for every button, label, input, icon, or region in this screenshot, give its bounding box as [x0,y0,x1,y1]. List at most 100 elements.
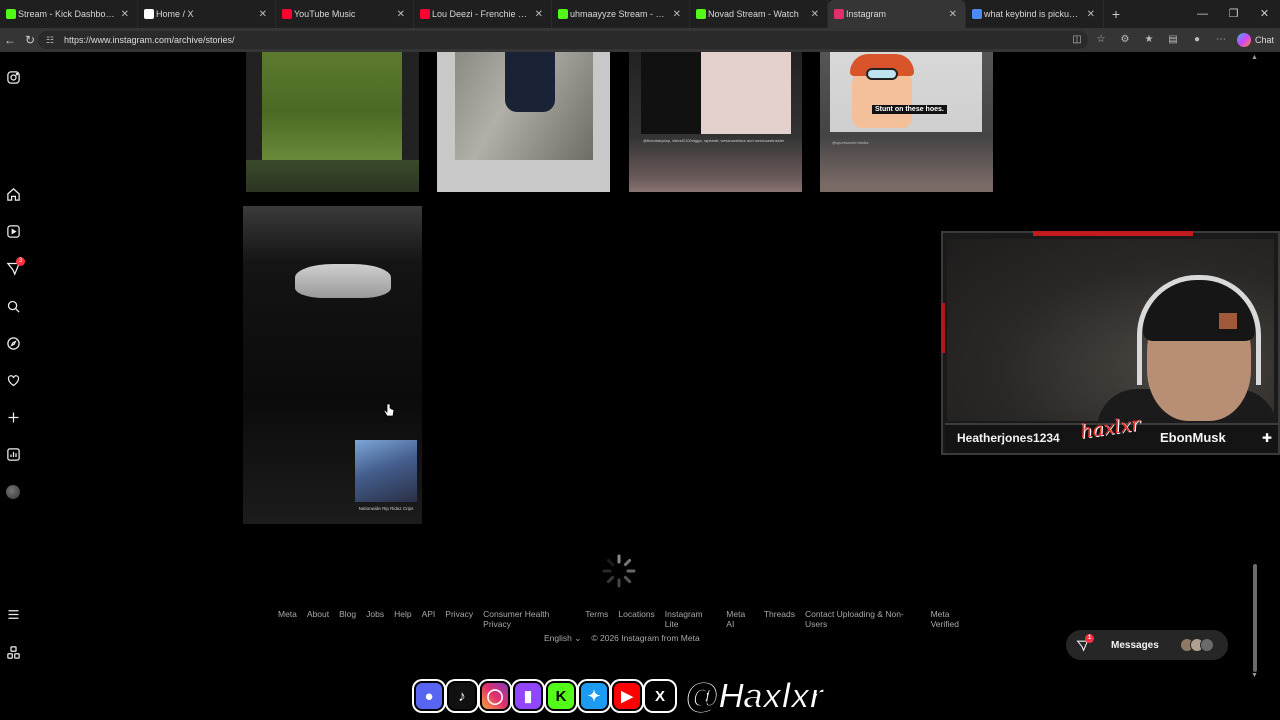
search-icon[interactable] [4,297,22,315]
copilot-chat-button[interactable]: Chat [1236,32,1274,48]
frame-accent [941,303,945,353]
instagram-logo-icon[interactable] [4,68,22,86]
favorites-icon[interactable]: ★ [1140,32,1158,48]
instagram-icon: ◯ [480,681,510,711]
close-tab-icon[interactable]: ✕ [535,9,543,20]
tab-favicon-icon [6,9,16,19]
footer-link[interactable]: API [422,609,436,629]
browser-tab[interactable]: Lou Deezi - Frenchie (Officia ✕ [414,0,552,28]
language-select[interactable]: English ⌄ [544,633,581,644]
story-thumbnail [295,264,391,298]
close-tab-icon[interactable]: ✕ [811,9,819,20]
tab-title: uhmaayyze Stream - Watch [570,9,667,19]
browser-toolbar: ← ↻ ☷ https://www.instagram.com/archive/… [0,28,1280,52]
split-screen-icon[interactable]: ◫ [1068,32,1086,48]
footer-link[interactable]: Instagram Lite [665,609,716,629]
new-tab-button[interactable]: + [1104,6,1128,22]
story-figure [505,52,555,112]
story-tile[interactable]: Nationwide Rip Ridaz Crips [243,206,422,524]
footer-link[interactable]: Terms [585,609,608,629]
messages-badge: 1 [1085,634,1094,643]
browser-tab[interactable]: Novad Stream - Watch ✕ [690,0,828,28]
more-options-icon[interactable]: ⋯ [1212,32,1230,48]
scroll-down-icon[interactable]: ▼ [1251,672,1258,679]
footer-links: Meta About Blog Jobs Help API Privacy Consumer … [278,609,978,629]
copilot-icon [1236,33,1251,47]
story-thumbnail [455,52,593,160]
discord-icon: ● [414,681,444,711]
browser-tab[interactable]: Stream - Kick Dashboard ✕ [0,0,138,28]
story-tile[interactable] [246,52,419,192]
story-tile[interactable]: @thandakydap, #steel2100nigga, rapbeatt,… [629,52,802,192]
browser-tab[interactable]: Instagram ✕ [828,0,966,28]
explore-icon[interactable] [4,334,22,352]
browser-tab[interactable]: YouTube Music ✕ [276,0,414,28]
back-button[interactable]: ← [0,33,20,47]
tab-title: what keybind is pickup in ru [984,9,1081,19]
avatar [6,485,20,499]
close-tab-icon[interactable]: ✕ [121,9,129,20]
favorite-star-icon[interactable]: ☆ [1092,32,1110,48]
scroll-up-icon[interactable]: ▲ [1251,54,1258,61]
cartoon-glasses [866,68,898,80]
direct-messages-icon[interactable]: 3 [4,257,25,277]
address-bar[interactable]: ☷ https://www.instagram.com/archive/stor… [38,31,1088,49]
footer-link[interactable]: Consumer Health Privacy [483,609,575,629]
footer-link[interactable]: Jobs [366,609,384,629]
scrollbar-thumb[interactable] [1253,564,1257,672]
minimize-button[interactable]: — [1187,0,1218,28]
messages-button[interactable]: 1 Messages [1066,630,1228,660]
loading-spinner-icon [602,554,636,588]
story-caption: Stunt on these hoes. [872,105,947,114]
messages-label: Messages [1111,639,1159,651]
footer-link[interactable]: Meta Verified [931,609,978,629]
reload-button[interactable]: ↻ [20,33,40,47]
tab-favicon-icon [282,9,292,19]
tiktok-icon: ♪ [447,681,477,711]
site-info-icon[interactable]: ☷ [46,35,56,46]
also-from-meta-icon[interactable] [4,643,22,661]
footer-link[interactable]: Blog [339,609,356,629]
close-tab-icon[interactable]: ✕ [673,9,681,20]
heart-icon[interactable] [4,371,22,389]
story-tile[interactable] [437,52,610,192]
footer-link[interactable]: Threads [764,609,795,629]
close-tab-icon[interactable]: ✕ [949,9,957,20]
profile-avatar[interactable] [4,483,22,501]
home-icon[interactable] [4,185,22,203]
twitch-icon: ▮ [513,681,543,711]
footer-link[interactable]: Privacy [445,609,473,629]
channel-name: EbonMusk [1160,430,1226,445]
footer-link[interactable]: Meta [278,609,297,629]
story-thumbnail [641,52,791,134]
headset-icon [1137,275,1261,385]
kick-icon: K [546,681,576,711]
footer-link[interactable]: Contact Uploading & Non-Users [805,609,921,629]
footer-link[interactable]: Help [394,609,411,629]
footer-link[interactable]: Locations [618,609,654,629]
tab-favicon-icon [696,9,706,19]
story-tile[interactable]: Stunt on these hoes. @sportsworld.media [820,52,993,192]
profile-icon[interactable]: ● [1188,32,1206,48]
close-tab-icon[interactable]: ✕ [397,9,405,20]
browser-tab[interactable]: uhmaayyze Stream - Watch ✕ [552,0,690,28]
browser-tab[interactable]: Home / X ✕ [138,0,276,28]
tab-favicon-icon [972,9,982,19]
close-tab-icon[interactable]: ✕ [1087,9,1095,20]
collections-icon[interactable]: ▤ [1164,32,1182,48]
extensions-icon[interactable]: ⚙ [1116,32,1134,48]
close-window-button[interactable]: ✕ [1249,0,1280,28]
story-blur-band [246,160,419,192]
more-menu-icon[interactable] [4,605,22,623]
reels-icon[interactable] [4,222,22,240]
frame-accent [1033,231,1193,236]
dashboard-icon[interactable] [4,445,22,463]
footer-link[interactable]: Meta AI [726,609,754,629]
restore-button[interactable]: ❐ [1218,0,1249,28]
create-plus-icon[interactable] [4,408,22,426]
story-caption: @thandakydap, #steel2100nigga, rapbeatt,… [643,138,785,143]
footer-link[interactable]: About [307,609,329,629]
overlay-nameplate: Heatherjones1234 haxlxr EbonMusk ✚ [945,413,1278,453]
browser-tab[interactable]: what keybind is pickup in ru ✕ [966,0,1104,28]
close-tab-icon[interactable]: ✕ [259,9,267,20]
